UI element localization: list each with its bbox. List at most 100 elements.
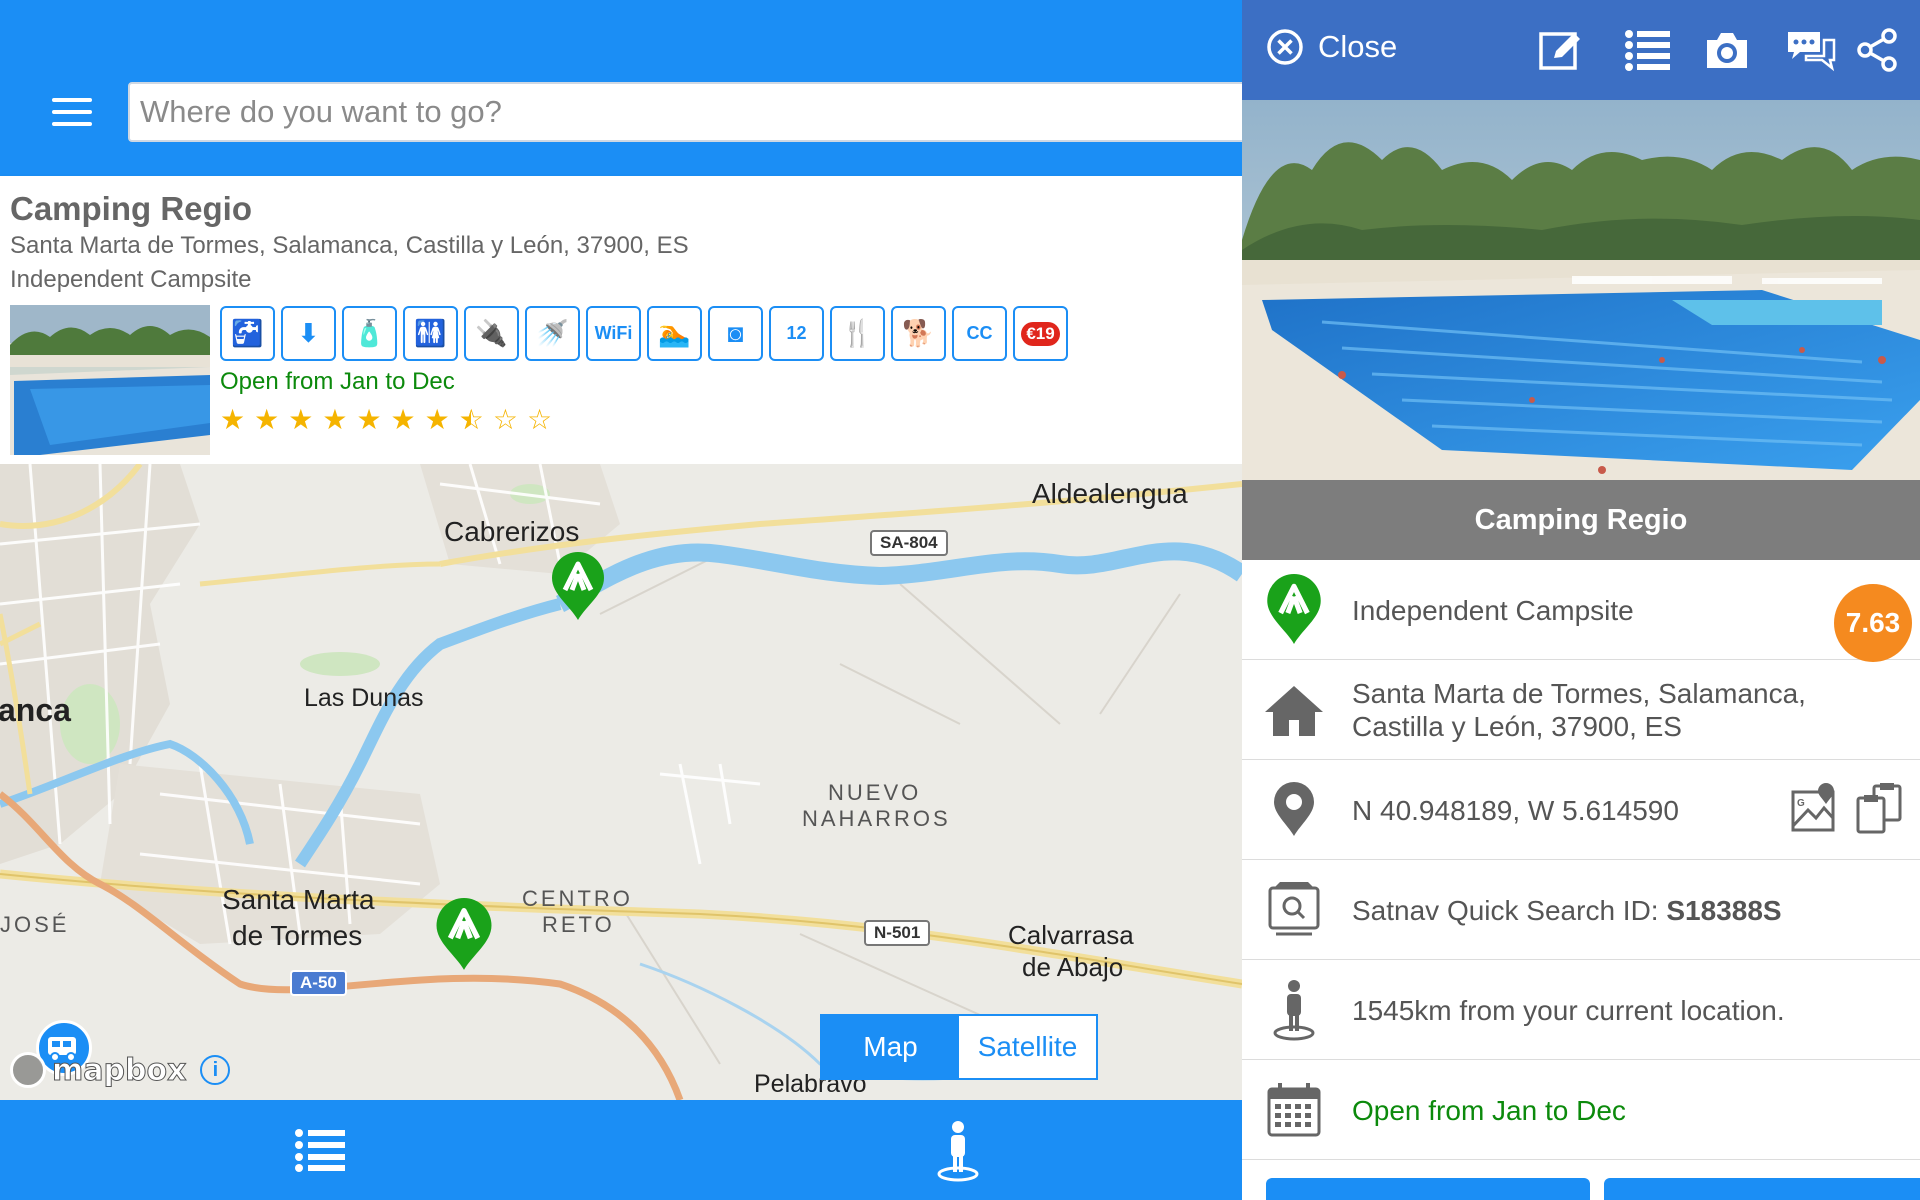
map-label: CENTRO [522,886,633,911]
map-label: de Abajo [1022,952,1124,982]
map-label: Cabrerizos [444,516,580,547]
dogs-allowed-icon[interactable]: 🐕 [891,306,946,361]
road-shield: SA-804 [870,530,948,556]
map-label: Aldealengua [1032,478,1188,509]
map-type-toggle: Map Satellite [820,1014,1098,1080]
star-full-icon: ★ [356,404,382,435]
detail-title: Camping Regio [1242,480,1920,560]
star-full-icon: ★ [288,404,314,435]
close-label: Close [1318,29,1398,64]
water-tap-icon[interactable]: 🚰 [220,306,275,361]
laundry-icon-glyph: ◙ [727,318,744,348]
swimming-icon[interactable]: 🏊 [647,306,702,361]
list-view-icon[interactable] [295,1128,345,1172]
close-circle-icon [1267,29,1303,65]
opening-row: Open from Jan to Dec [1242,1060,1920,1160]
action-button-right[interactable] [1604,1178,1920,1200]
map-label: RETO [542,912,615,937]
star-full-icon: ★ [424,404,450,435]
wifi-icon-glyph: WiFi [594,323,633,343]
laundry-icon[interactable]: ◙ [708,306,763,361]
electric-hookup-icon[interactable]: 🔌 [464,306,519,361]
info-icon[interactable]: i [200,1055,231,1085]
campsite-detail-panel: Close Camping Regio Independent Campsite… [1242,0,1920,1200]
address-text: Santa Marta de Tormes, Salamanca, Castil… [1352,678,1806,742]
wifi-icon[interactable]: WiFi [586,306,641,361]
rating-score-badge[interactable]: 7.63 [1834,584,1912,662]
price-badge-icon-glyph: €19 [1021,321,1060,346]
chemical-toilet-icon-glyph: 🧴 [353,318,386,348]
map-label: NAHARROS [802,806,951,831]
shower-icon[interactable]: 🚿 [525,306,580,361]
distance-row: 1545km from your current location. [1242,960,1920,1060]
campsite-type: Independent Campsite [10,266,252,293]
reviews-chat-icon[interactable] [1786,28,1836,72]
map-label: Santa Marta [222,884,375,915]
star-full-icon: ★ [390,404,416,435]
acsi-icon-glyph: CC [966,323,993,343]
type-row: Independent Campsite 7.63 [1242,560,1920,662]
mapbox-attribution[interactable]: mapbox i [10,1052,231,1088]
svg-text:G: G [1797,798,1805,809]
location-pin-icon [1262,778,1326,842]
coordinates-text: N 40.948189, W 5.614590 [1352,794,1679,826]
campsite-pin-selected[interactable] [434,898,494,972]
waste-water-icon-glyph: ⬇ [297,318,320,348]
calendar-icon [1262,1078,1326,1142]
toilets-icon[interactable]: 🚻 [403,306,458,361]
campsite-title: Camping Regio [10,190,253,227]
person-distance-icon [1262,978,1326,1042]
map-label: de Tormes [232,920,363,951]
coordinates-row: N 40.948189, W 5.614590 G [1242,760,1920,860]
action-button-left[interactable] [1266,1178,1590,1200]
amenity-icons: 🚰 ⬇ 🧴 🚻 🔌 🚿 WiFi 🏊 ◙ 12 🍴 🐕 CC €19 [220,306,1068,361]
map-label: Las Dunas [304,684,424,712]
distance-text: 1545km from your current location. [1352,994,1785,1026]
close-button[interactable]: Close [1266,28,1397,66]
acsi-icon[interactable]: CC [952,306,1007,361]
calendar-12-icon[interactable]: 12 [769,306,824,361]
my-location-person-icon[interactable] [936,1120,980,1182]
list-icon[interactable] [1624,28,1670,72]
road-shield: N-501 [864,920,931,946]
copy-clipboard-icon[interactable] [1854,782,1904,836]
share-icon[interactable] [1856,28,1898,72]
mapbox-wordmark: mapbox [51,1052,187,1088]
camera-icon[interactable] [1704,28,1750,72]
action-buttons [1242,1178,1920,1200]
campsite-type-text: Independent Campsite [1352,594,1634,626]
search-input[interactable] [128,82,1258,142]
shower-icon-glyph: 🚿 [536,318,569,348]
edit-icon[interactable] [1538,28,1584,72]
chemical-toilet-icon[interactable]: 🧴 [342,306,397,361]
electric-hookup-icon-glyph: 🔌 [475,318,508,348]
opening-period: Open from Jan to Dec [220,368,455,395]
campsite-photo[interactable] [1242,100,1920,480]
satnav-text: Satnav Quick Search ID: S18388S [1352,860,1782,960]
star-full-icon: ★ [322,404,348,435]
map-label: NUEVO [828,780,922,805]
map-label: anca [0,692,71,728]
address-row: Santa Marta de Tormes, Salamanca, Castil… [1242,660,1920,760]
road-shield: A-50 [290,970,347,996]
satnav-search-icon [1262,878,1326,942]
star-empty-icon: ☆ [526,404,553,435]
map-mode-button[interactable]: Map [822,1016,959,1078]
map-canvas[interactable]: Aldealengua Cabrerizos Las Dunas anca NU… [0,464,1242,1100]
waste-water-icon[interactable]: ⬇ [281,306,336,361]
google-maps-icon[interactable]: G [1790,782,1840,836]
map-label: Calvarrasa [1008,920,1134,950]
restaurant-icon[interactable]: 🍴 [830,306,885,361]
menu-icon[interactable] [52,98,92,126]
home-icon [1262,678,1326,742]
map-label: JOSÉ [0,912,70,937]
star-half-icon: ☆★ [458,404,484,435]
water-tap-icon-glyph: 🚰 [231,318,264,348]
campsite-summary-card[interactable]: Camping Regio Santa Marta de Tormes, Sal… [0,176,1242,464]
campsite-thumbnail[interactable] [10,305,210,455]
campsite-pin[interactable] [550,552,606,622]
price-badge-icon[interactable]: €19 [1013,306,1068,361]
campsite-address: Santa Marta de Tormes, Salamanca, Castil… [10,232,689,259]
satellite-mode-button[interactable]: Satellite [959,1016,1096,1078]
calendar-12-icon-glyph: 12 [786,323,807,343]
